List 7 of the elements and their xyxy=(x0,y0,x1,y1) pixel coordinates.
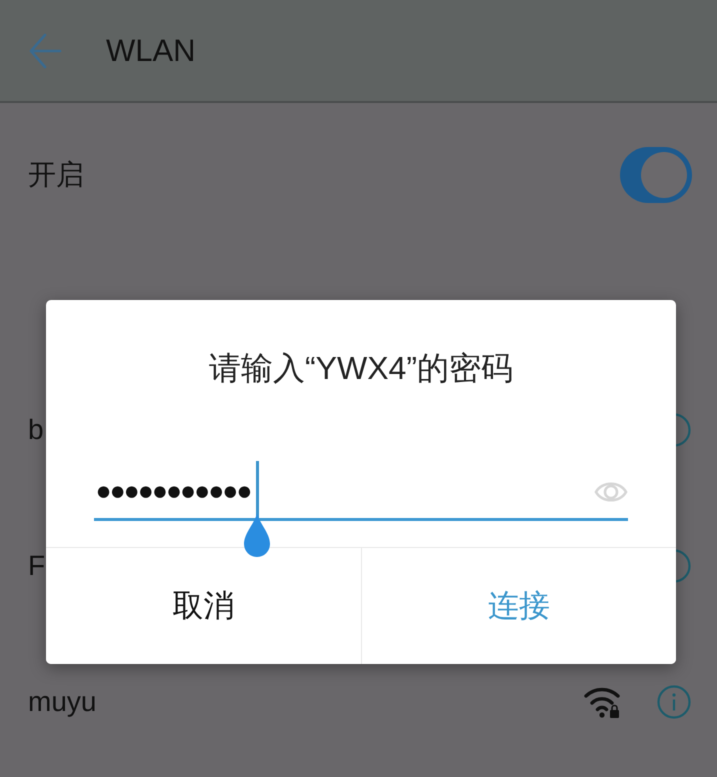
wlan-label: 开启 xyxy=(28,158,84,192)
info-icon[interactable] xyxy=(657,685,691,719)
page-title: WLAN xyxy=(106,32,196,68)
cancel-button[interactable]: 取消 xyxy=(46,548,360,664)
cursor-handle[interactable] xyxy=(244,513,270,557)
back-arrow-icon[interactable] xyxy=(28,32,62,70)
dialog-title: 请输入“YWX4”的密码 xyxy=(208,349,514,388)
